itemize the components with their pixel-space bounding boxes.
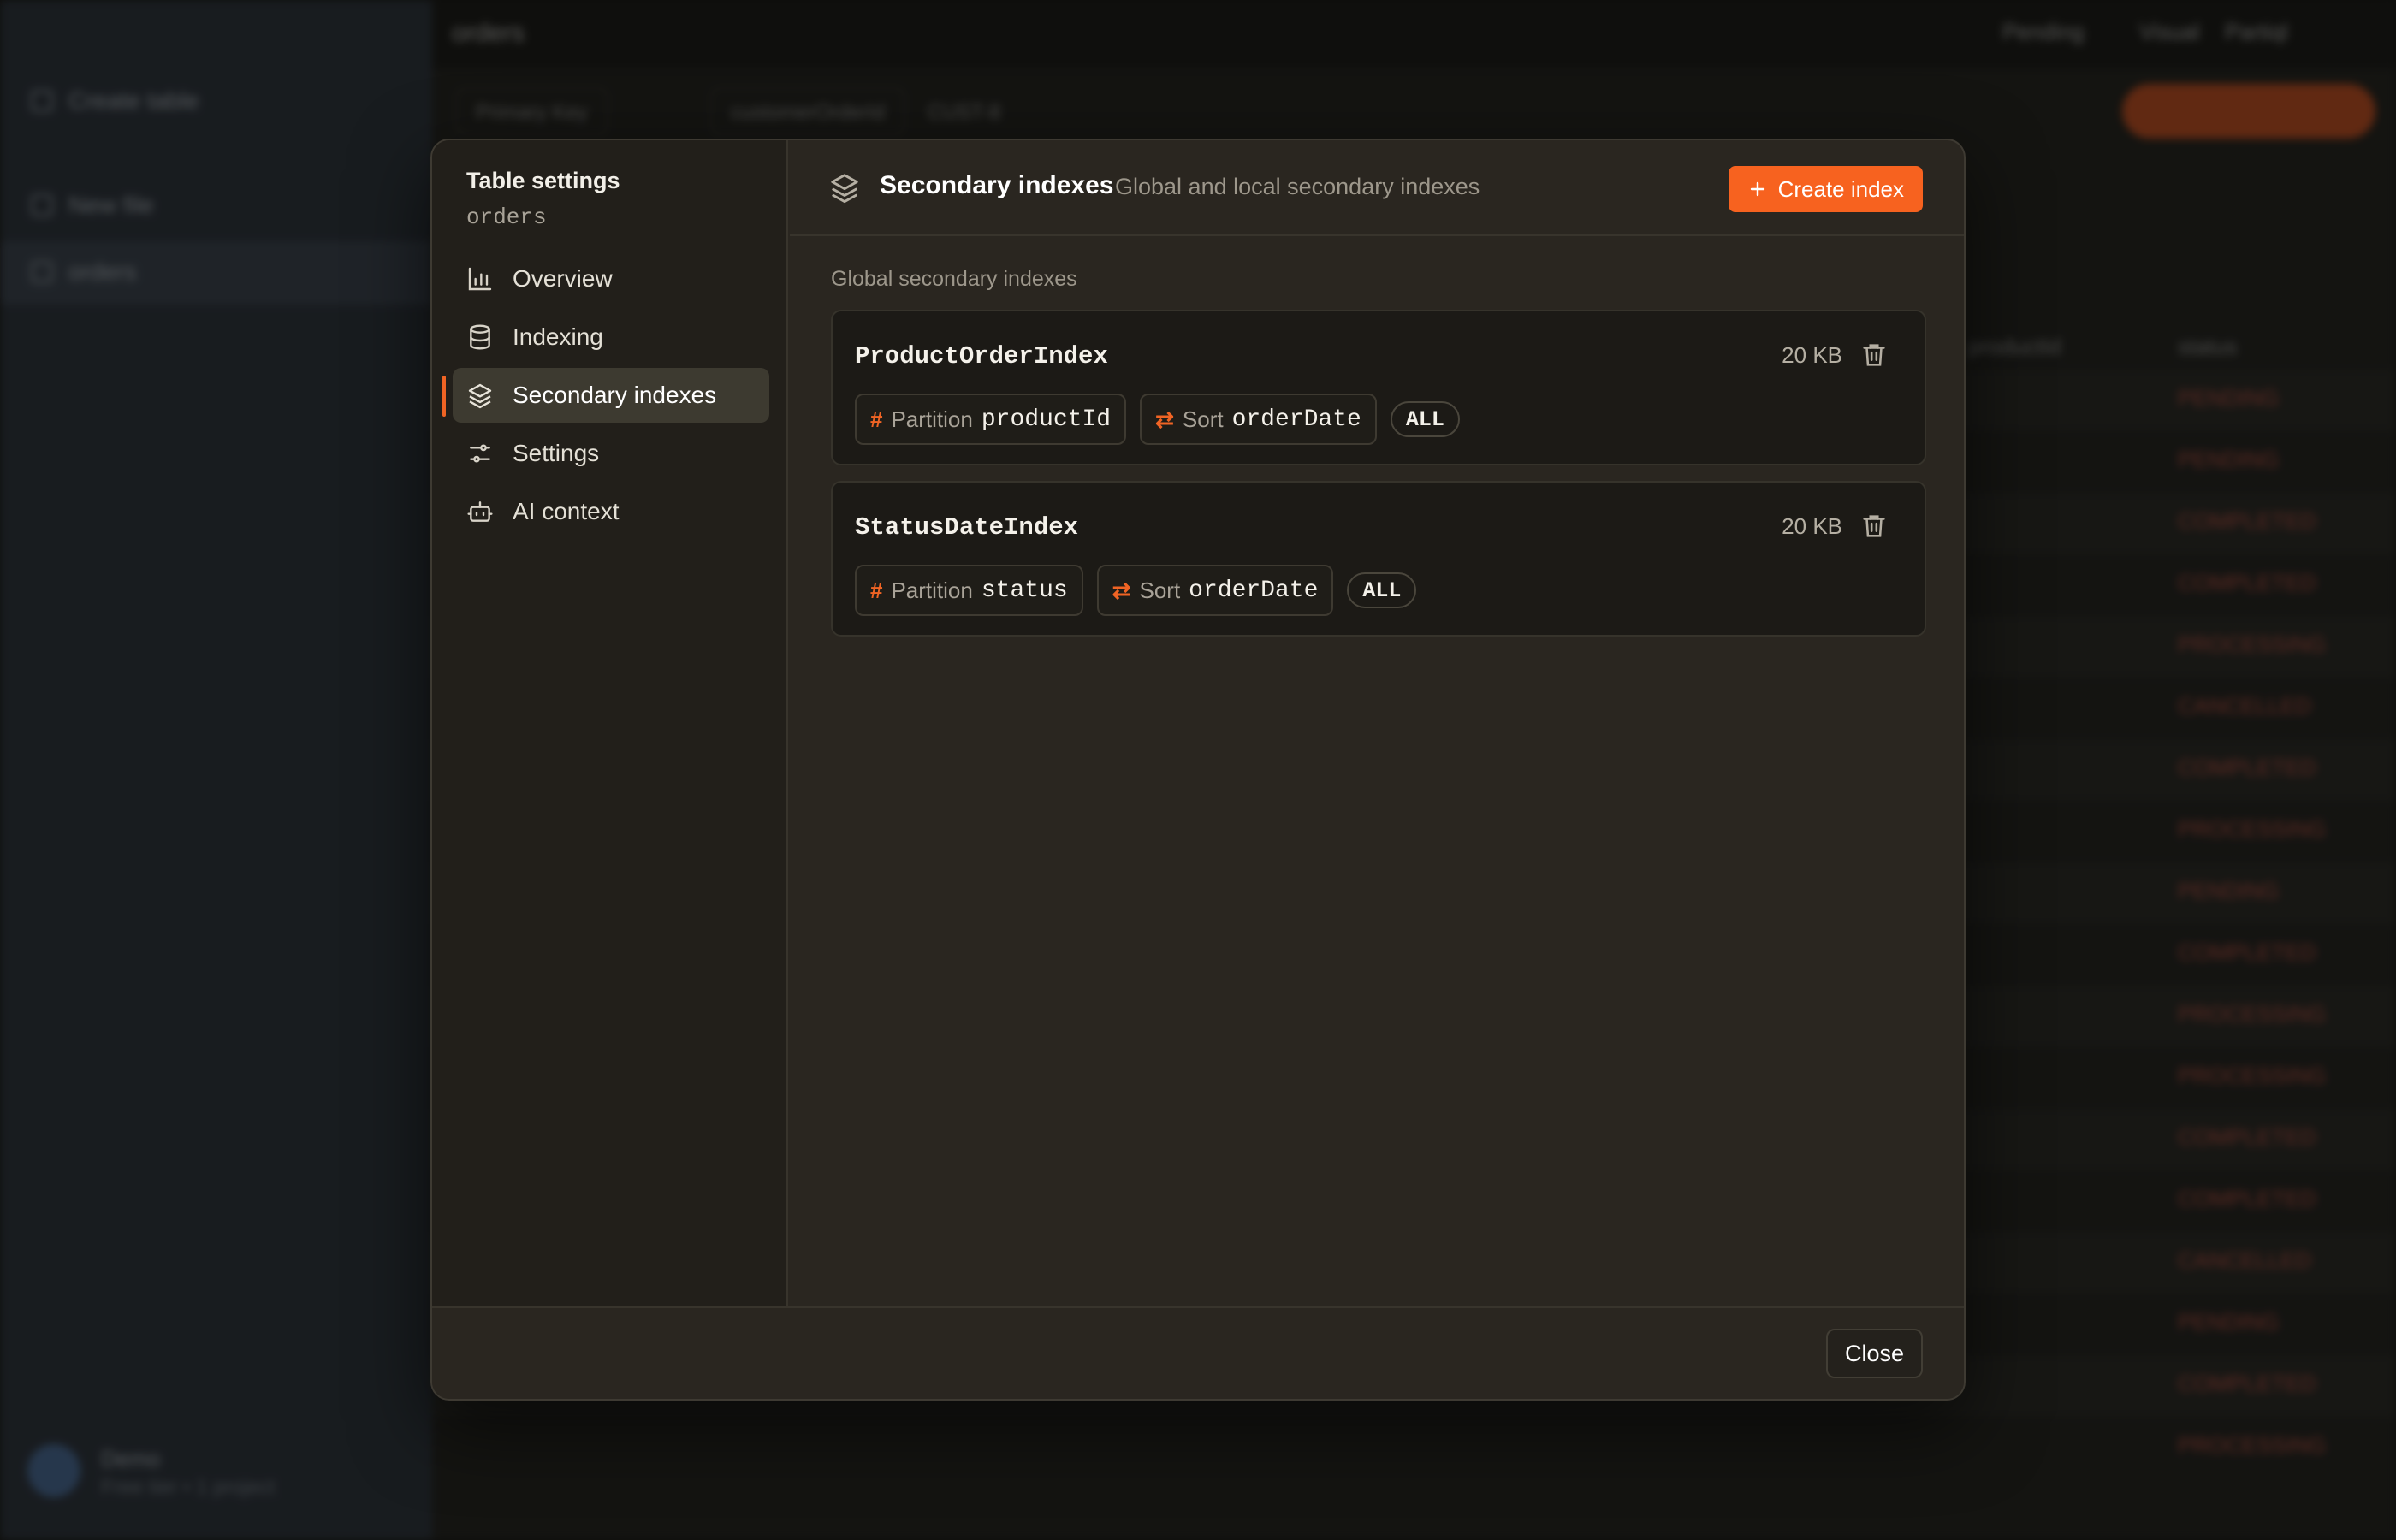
bg-status-cell: COMPLETED xyxy=(2178,755,2316,780)
index-keys: # Partition productId ⇄ Sort orderDate A… xyxy=(855,394,1460,445)
bg-partiql: Partiql xyxy=(2225,19,2288,44)
projection-badge: ALL xyxy=(1347,572,1417,608)
bg-table-title: orders xyxy=(452,19,525,47)
nav-secondary-indexes-label: Secondary indexes xyxy=(513,382,717,408)
trash-icon[interactable] xyxy=(1859,512,1889,541)
index-keys: # Partition status ⇄ Sort orderDate ALL xyxy=(855,565,1417,616)
table-icon xyxy=(31,261,53,283)
nav-settings[interactable]: Settings xyxy=(453,426,769,481)
partition-key-chip: # Partition productId xyxy=(855,394,1127,445)
bg-col-status: status xyxy=(2178,334,2238,359)
swap-icon: ⇄ xyxy=(1155,406,1174,432)
active-indicator xyxy=(442,376,446,417)
bg-pending: Pending xyxy=(2002,19,2085,44)
create-index-button[interactable]: Create index xyxy=(1728,166,1923,212)
bg-status-cell: PROCESSING xyxy=(2178,816,2327,842)
settings-nav: Table settings orders Overview Indexing … xyxy=(432,140,788,1310)
nav-overview-label: Overview xyxy=(513,265,613,292)
bg-status-cell: COMPLETED xyxy=(2178,570,2316,595)
sort-key-chip: ⇄ Sort orderDate xyxy=(1096,565,1334,616)
bg-status-cell: COMPLETED xyxy=(2178,1371,2316,1396)
bg-status-cell: PROCESSING xyxy=(2178,1063,2327,1088)
bg-primary-key: Primary Key xyxy=(455,87,608,135)
bar-chart-icon xyxy=(468,267,492,291)
database-icon xyxy=(470,324,490,350)
partition-key: status xyxy=(981,577,1068,604)
close-button[interactable]: Close xyxy=(1825,1329,1923,1378)
nav-ai-context-label: AI context xyxy=(513,498,620,524)
bg-status-cell: PROCESSING xyxy=(2178,631,2327,657)
index-card: ProductOrderIndex 20 KB # Partition prod… xyxy=(831,310,1926,465)
plus-icon xyxy=(31,90,53,112)
nav-ai-context[interactable]: AI context xyxy=(453,484,769,539)
section-description: Global and local secondary indexes xyxy=(1115,174,1480,199)
trash-icon[interactable] xyxy=(1859,341,1889,370)
file-icon xyxy=(31,194,53,216)
bg-sidebar-orders: orders xyxy=(31,258,136,286)
bot-icon xyxy=(467,501,493,522)
bg-status-cell: PROCESSING xyxy=(2178,1001,2327,1027)
bg-sidebar-create-table: Create table xyxy=(31,87,199,115)
bg-status-cell: CANCELLED xyxy=(2178,693,2312,719)
bg-status-cell: CANCELLED xyxy=(2178,1247,2312,1273)
modal-footer: Close xyxy=(432,1306,1964,1399)
index-size: 20 KB xyxy=(1782,342,1842,368)
hash-icon: # xyxy=(870,577,883,603)
avatar xyxy=(27,1444,80,1497)
gsi-section-label: Global secondary indexes xyxy=(831,267,1077,291)
index-card: StatusDateIndex 20 KB # Partition status… xyxy=(831,481,1926,637)
bg-sidebar-new-file: New file xyxy=(31,192,154,219)
bg-visual: Visual xyxy=(2139,19,2200,44)
table-name: orders xyxy=(466,204,547,230)
bg-status-cell: COMPLETED xyxy=(2178,1186,2316,1211)
bg-sidebar xyxy=(0,0,432,1540)
sliders-icon xyxy=(470,444,490,463)
plus-icon xyxy=(1750,181,1764,197)
bg-status-cell: PENDING xyxy=(2178,1309,2280,1335)
sort-label: Sort xyxy=(1139,577,1181,603)
bg-col-product: productId xyxy=(1968,334,2061,359)
nav-settings-label: Settings xyxy=(513,440,600,466)
bg-status-cell: COMPLETED xyxy=(2178,1124,2316,1150)
bg-status-cell: PENDING xyxy=(2178,385,2280,411)
layers-icon xyxy=(468,383,492,409)
nav-indexing-label: Indexing xyxy=(513,323,603,350)
sort-label: Sort xyxy=(1182,406,1224,432)
bg-cust-value: CUST-8 xyxy=(928,101,1001,124)
bg-user-name: Demo xyxy=(101,1446,161,1472)
table-settings-modal: Table settings orders Overview Indexing … xyxy=(430,139,1966,1401)
bg-status-cell: PROCESSING xyxy=(2178,1432,2327,1458)
content-header: Secondary indexes Global and local secon… xyxy=(790,140,1964,236)
bg-user-sub: Free tier • 1 project xyxy=(101,1476,276,1499)
index-size: 20 KB xyxy=(1782,513,1842,539)
section-title: Secondary indexes xyxy=(880,171,1114,199)
nav-secondary-indexes[interactable]: Secondary indexes xyxy=(453,368,769,423)
index-name: ProductOrderIndex xyxy=(855,342,1108,370)
nav-overview[interactable]: Overview xyxy=(453,252,769,306)
bg-orange-button xyxy=(2122,84,2375,139)
index-name: StatusDateIndex xyxy=(855,513,1079,542)
create-index-label: Create index xyxy=(1777,175,1904,202)
bg-customer-order-id: customerOrderId xyxy=(710,87,906,135)
sort-key: orderDate xyxy=(1231,406,1361,433)
sort-key-chip: ⇄ Sort orderDate xyxy=(1140,394,1377,445)
bg-status-cell: COMPLETED xyxy=(2178,508,2316,534)
bg-topbar xyxy=(432,0,2396,68)
partition-key-chip: # Partition status xyxy=(855,565,1083,616)
hash-icon: # xyxy=(870,406,883,432)
partition-label: Partition xyxy=(891,406,973,432)
layers-icon xyxy=(831,174,858,204)
nav-indexing[interactable]: Indexing xyxy=(453,310,769,364)
swap-icon: ⇄ xyxy=(1112,577,1131,603)
modal-title: Table settings xyxy=(466,168,620,193)
modal-content: Secondary indexes Global and local secon… xyxy=(790,140,1964,1310)
bg-status-cell: PENDING xyxy=(2178,878,2280,903)
partition-label: Partition xyxy=(891,577,973,603)
bg-status-cell: PENDING xyxy=(2178,447,2280,472)
partition-key: productId xyxy=(981,406,1112,433)
sort-key: orderDate xyxy=(1189,577,1319,604)
projection-badge: ALL xyxy=(1390,401,1460,437)
bg-status-cell: COMPLETED xyxy=(2178,939,2316,965)
